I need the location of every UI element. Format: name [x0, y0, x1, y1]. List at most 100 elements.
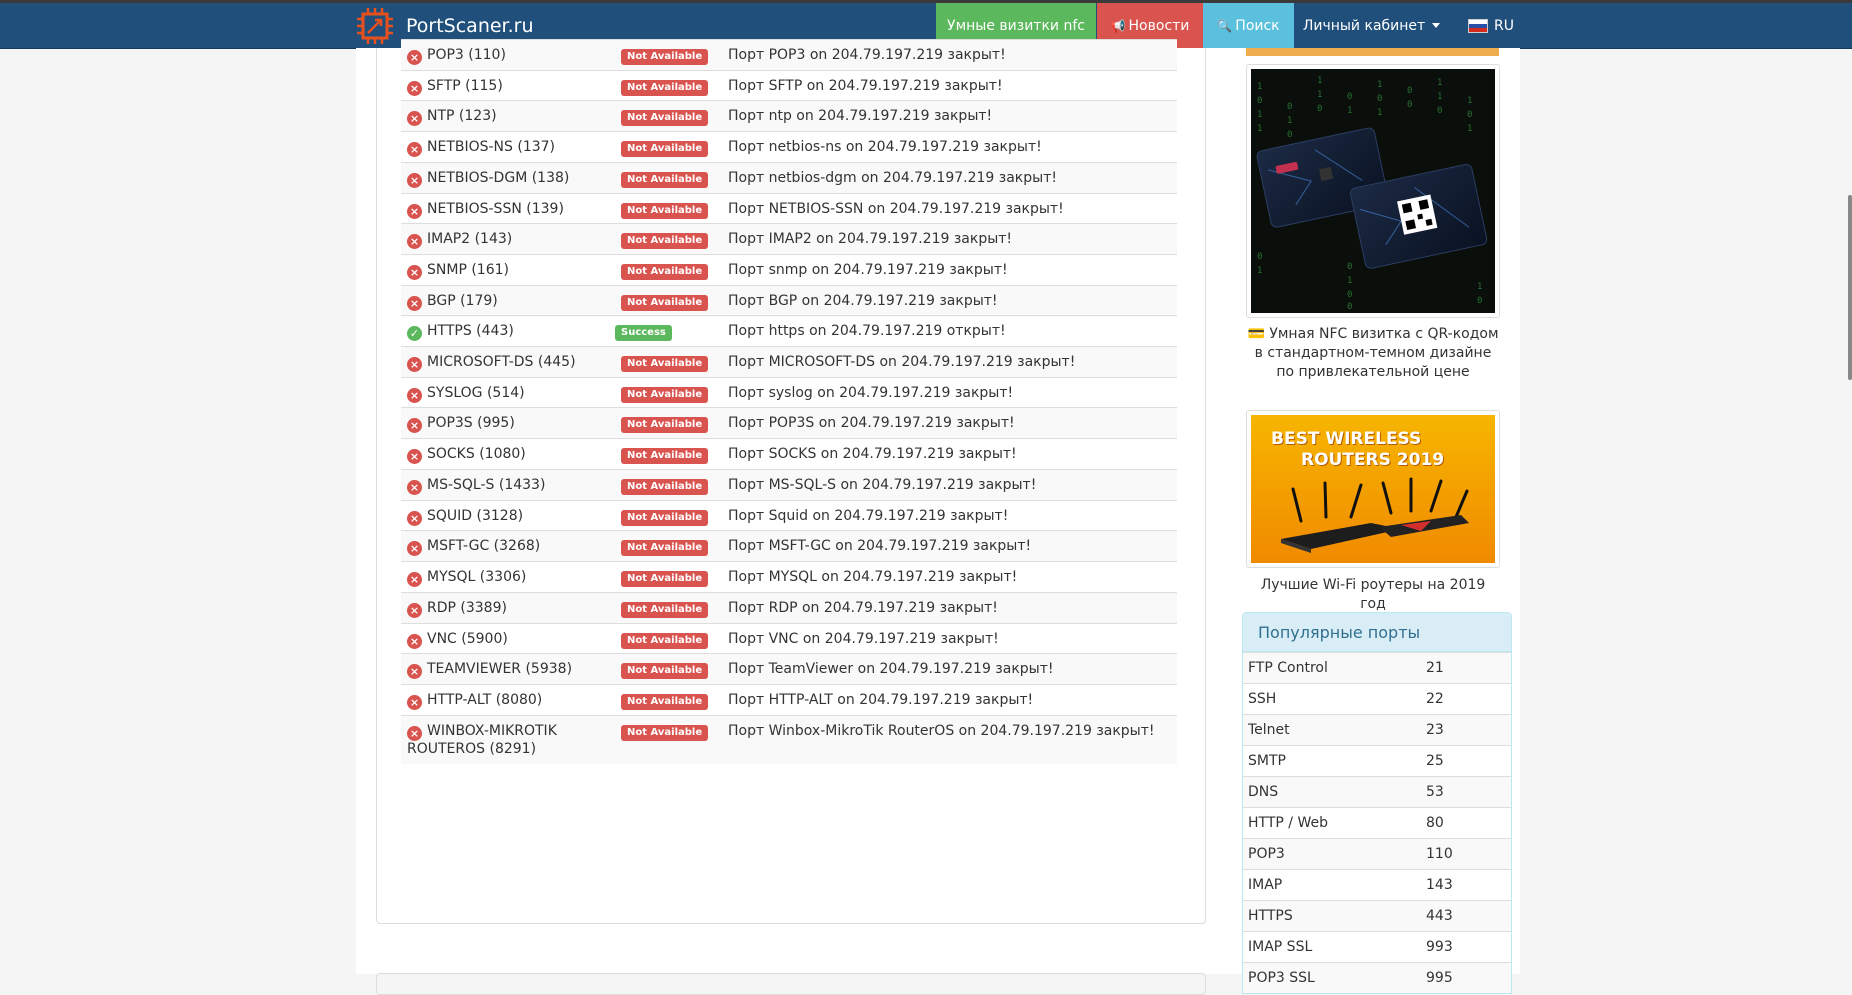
error-circle-icon: ×	[407, 603, 422, 618]
status-badge: Not Available	[621, 356, 709, 372]
svg-text:1: 1	[1467, 96, 1472, 106]
port-row: × TEAMVIEWER (5938) Not Available Порт Team…	[401, 653, 1177, 685]
error-circle-icon: ×	[407, 296, 422, 311]
nav-search[interactable]: 🔍 Поиск	[1203, 3, 1294, 48]
port-name-label: RDP (3389)	[427, 600, 507, 616]
status-badge: Not Available	[621, 694, 709, 710]
port-row: ✓ HTTPS (443) Success Порт https on 204.79.…	[401, 315, 1177, 347]
popular-port-row[interactable]: SSH 22	[1243, 683, 1511, 714]
svg-text:0: 0	[1287, 102, 1292, 112]
port-message: Порт netbios-ns on 204.79.197.219 закрыт…	[728, 139, 1042, 155]
russia-flag-icon	[1468, 18, 1488, 33]
port-message: Порт Winbox-MikroTik RouterOS on 204.79.…	[728, 723, 1155, 739]
port-name: × MS-SQL-S (1433)	[407, 477, 545, 495]
port-row: × MICROSOFT-DS (445) Not Available Порт MIC…	[401, 346, 1177, 378]
port-row: × RDP (3389) Not Available Порт RDP on 204.…	[401, 592, 1177, 624]
routers-image: BEST WIRELESS ROUTERS 2019	[1251, 415, 1495, 563]
routers-ad[interactable]: BEST WIRELESS ROUTERS 2019	[1246, 410, 1500, 568]
routers-caption[interactable]: Лучшие Wi-Fi роутеры на 2019 год	[1246, 576, 1500, 614]
status-badge: Not Available	[621, 387, 709, 403]
port-message: Порт BGP on 204.79.197.219 закрыт!	[728, 293, 998, 309]
port-row: × NETBIOS-SSN (139) Not Available Порт NETB…	[401, 193, 1177, 225]
port-name: × MICROSOFT-DS (445)	[407, 354, 576, 372]
error-circle-icon: ×	[407, 50, 422, 65]
popular-port-row[interactable]: POP3 110	[1243, 838, 1511, 869]
nfc-card-ad[interactable]: 1 0 1 1 0 1 0 1 1 0 0 1 1 0 1 0 0 1 1 0 1 0 1 0 1 0 0 0 1 1 0	[1246, 64, 1500, 318]
port-message: Порт IMAP2 on 204.79.197.219 закрыт!	[728, 231, 1013, 247]
popular-port-row[interactable]: HTTPS 443	[1243, 900, 1511, 931]
port-name: × SQUID (3128)	[407, 508, 523, 526]
svg-text:0: 0	[1407, 100, 1412, 110]
status-badge: Not Available	[621, 448, 709, 464]
svg-text:1: 1	[1477, 282, 1482, 292]
port-name-label: SNMP (161)	[427, 262, 509, 278]
popular-port-name: Telnet	[1248, 722, 1290, 738]
port-message: Порт POP3 on 204.79.197.219 закрыт!	[728, 47, 1006, 63]
error-circle-icon: ×	[407, 111, 422, 126]
svg-text:1: 1	[1317, 90, 1322, 100]
popular-ports-title: Популярные порты	[1243, 613, 1511, 652]
popular-port-row[interactable]: IMAP 143	[1243, 869, 1511, 900]
port-message: Порт SFTP on 204.79.197.219 закрыт!	[728, 78, 1003, 94]
nfc-card-caption[interactable]: 💳 Умная NFC визитка с QR-кодом в стандар…	[1246, 325, 1500, 382]
port-name-label: NETBIOS-DGM (138)	[427, 170, 570, 186]
port-name-label: SYSLOG (514)	[427, 385, 525, 401]
port-name-label: POP3S (995)	[427, 415, 515, 431]
error-circle-icon: ×	[407, 357, 422, 372]
port-message: Порт MYSQL on 204.79.197.219 закрыт!	[728, 569, 1018, 585]
status-badge: Not Available	[621, 663, 709, 679]
popular-port-name: SMTP	[1248, 753, 1286, 769]
status-badge: Not Available	[621, 80, 709, 96]
popular-port-name: HTTP / Web	[1248, 815, 1328, 831]
search-icon: 🔍	[1217, 18, 1233, 33]
port-message: Порт syslog on 204.79.197.219 закрыт!	[728, 385, 1014, 401]
svg-text:1: 1	[1287, 116, 1292, 126]
error-circle-icon: ×	[407, 511, 422, 526]
port-message: Порт MICROSOFT-DS on 204.79.197.219 закр…	[728, 354, 1076, 370]
popular-port-name: IMAP	[1248, 877, 1283, 893]
popular-port-row[interactable]: FTP Control 21	[1243, 652, 1511, 683]
port-name-label: SFTP (115)	[427, 78, 503, 94]
popular-port-number: 23	[1426, 722, 1444, 738]
error-circle-icon: ×	[407, 265, 422, 280]
status-badge: Not Available	[621, 110, 709, 126]
popular-port-number: 995	[1426, 970, 1453, 986]
popular-port-row[interactable]: Telnet 23	[1243, 714, 1511, 745]
port-name: × MYSQL (3306)	[407, 569, 526, 587]
port-name: × SYSLOG (514)	[407, 385, 525, 403]
port-message: Порт POP3S on 204.79.197.219 закрыт!	[728, 415, 1015, 431]
popular-port-row[interactable]: SMTP 25	[1243, 745, 1511, 776]
next-panel	[376, 973, 1206, 995]
port-name: × SFTP (115)	[407, 78, 503, 96]
chip-logo-icon	[357, 8, 393, 44]
status-badge: Not Available	[621, 725, 709, 741]
nav-lang-label: RU	[1494, 17, 1514, 34]
port-name: × POP3S (995)	[407, 415, 515, 433]
status-badge: Not Available	[621, 571, 709, 587]
popular-ports-list: FTP Control 21 SSH 22 Telnet 23 SMTP 25 DNS 53 HTT…	[1243, 652, 1511, 993]
popular-port-row[interactable]: HTTP / Web 80	[1243, 807, 1511, 838]
svg-text:0: 0	[1347, 290, 1352, 300]
error-circle-icon: ×	[407, 572, 422, 587]
port-row: × IMAP2 (143) Not Available Порт IMAP2 on 2…	[401, 223, 1177, 255]
svg-text:1: 1	[1377, 108, 1382, 118]
error-circle-icon: ×	[407, 449, 422, 464]
popular-port-row[interactable]: IMAP SSL 993	[1243, 931, 1511, 962]
nav-language[interactable]: RU	[1456, 3, 1526, 48]
nav-personal-cabinet[interactable]: Личный кабинет	[1294, 3, 1449, 48]
svg-text:1: 1	[1437, 92, 1442, 102]
nav-news-label: Новости	[1128, 17, 1190, 34]
popular-port-number: 110	[1426, 846, 1453, 862]
page-scrollbar[interactable]	[1848, 195, 1852, 380]
svg-text:0: 0	[1347, 262, 1352, 272]
check-circle-icon: ✓	[407, 326, 422, 341]
port-name-label: POP3 (110)	[427, 47, 506, 63]
popular-port-row[interactable]: DNS 53	[1243, 776, 1511, 807]
error-circle-icon: ×	[407, 173, 422, 188]
svg-text:1: 1	[1257, 124, 1262, 134]
popular-port-row[interactable]: POP3 SSL 995	[1243, 962, 1511, 993]
port-name-label: SQUID (3128)	[427, 508, 524, 524]
svg-text:1: 1	[1257, 82, 1262, 92]
port-row: × VNC (5900) Not Available Порт VNC on 204.…	[401, 623, 1177, 655]
port-name-label: VNC (5900)	[427, 631, 508, 647]
